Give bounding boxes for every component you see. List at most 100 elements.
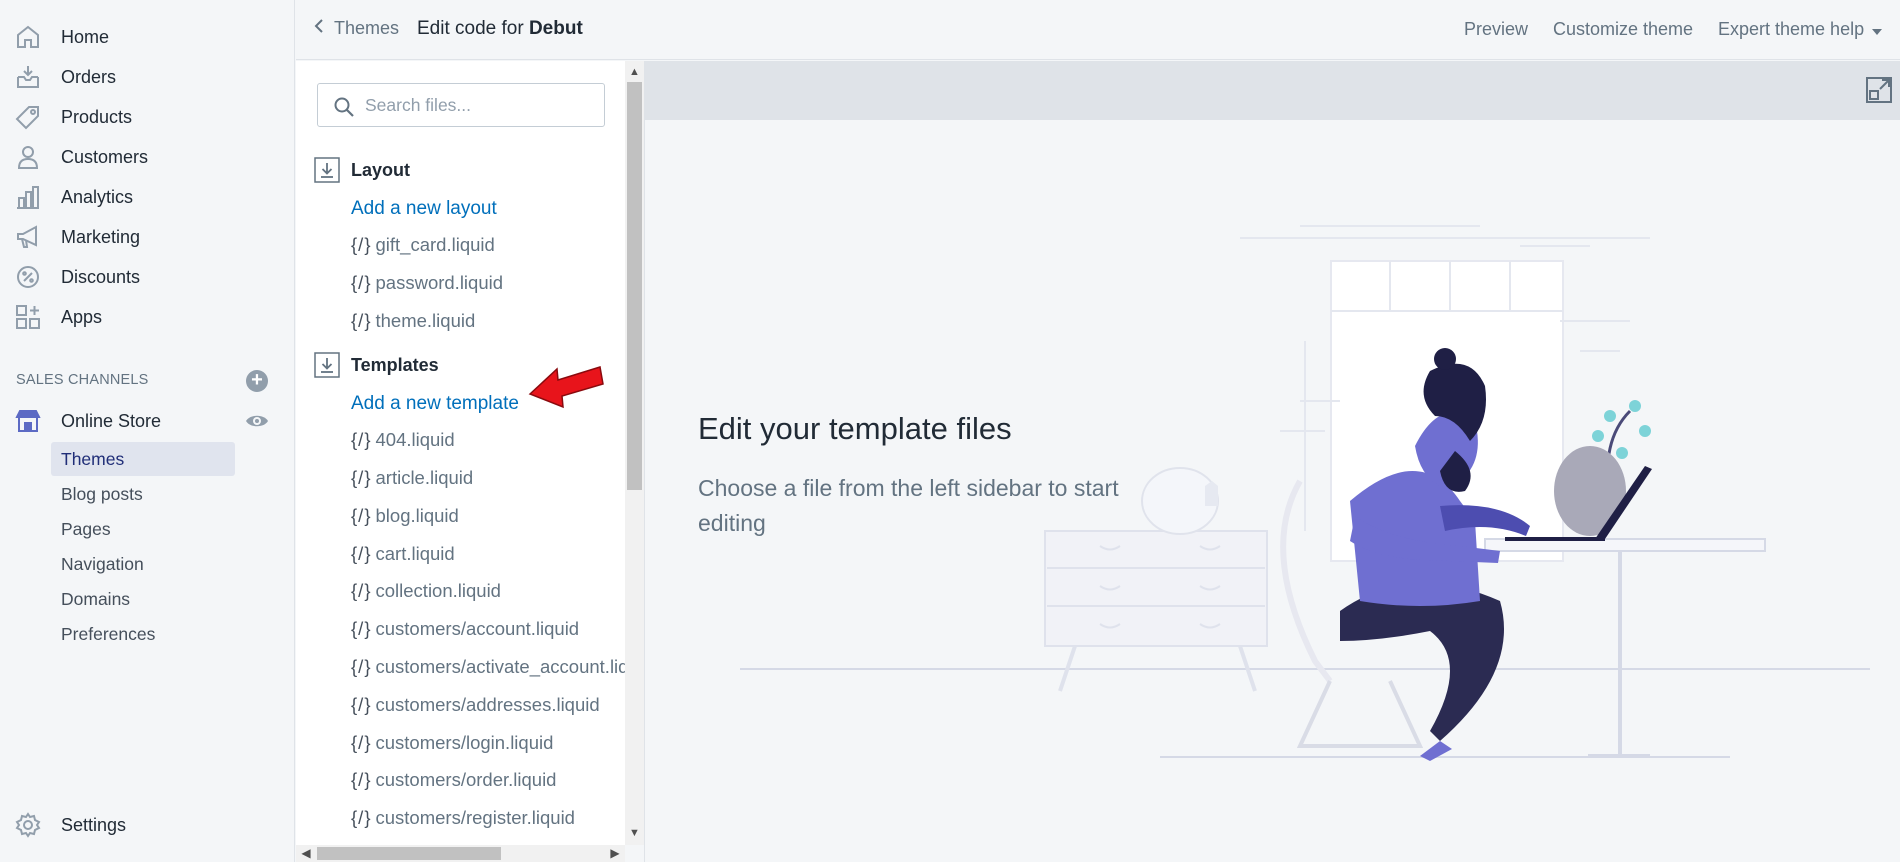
liquid-file-icon: {/} [351,618,372,639]
scroll-left-arrow-icon[interactable]: ◀ [299,846,313,860]
file-item[interactable]: {/} customers/order.liquid [351,769,556,791]
sub-item-domains[interactable]: Domains [51,582,235,616]
file-item[interactable]: {/} collection.liquid [351,580,501,602]
liquid-file-icon: {/} [351,234,372,255]
nav-label: Marketing [61,226,141,247]
nav-item-orders[interactable]: Orders [0,58,295,96]
nav-item-apps[interactable]: Apps [0,298,295,336]
file-name: customers/register.liquid [375,807,575,828]
folder-download-icon [314,352,340,378]
preview-link[interactable]: Preview [1464,19,1528,40]
megaphone-icon [14,223,42,251]
liquid-file-icon: {/} [351,732,372,753]
liquid-file-icon: {/} [351,272,372,293]
file-item[interactable]: {/}customers/activate_account.liquid [351,656,625,678]
scrollbar-thumb[interactable] [317,847,501,860]
file-item[interactable]: {/} theme.liquid [351,310,475,332]
file-item[interactable]: {/} customers/account.liquid [351,618,579,640]
file-item[interactable]: {/} customers/login.liquid [351,732,553,754]
orders-icon [14,63,42,91]
nav-label: Products [61,106,133,127]
add-new-template-link[interactable]: Add a new template [351,393,519,415]
admin-sidebar: Home Orders Products Customers Analytics… [0,0,295,862]
folder-name: Templates [351,354,439,375]
title-prefix: Edit code for [417,18,524,39]
file-item[interactable]: {/} password.liquid [351,272,503,294]
file-name: theme.liquid [375,310,476,331]
tag-icon [14,103,42,131]
expert-help-label: Expert theme help [1718,19,1865,39]
file-item[interactable]: {/} gift_card.liquid [351,234,495,256]
liquid-file-icon: {/} [351,656,372,677]
sub-item-pages[interactable]: Pages [51,512,235,546]
nav-label: Customers [61,146,149,167]
expert-theme-help-dropdown[interactable]: Expert theme help [1718,19,1883,40]
liquid-file-icon: {/} [351,769,372,790]
file-name: password.liquid [375,272,504,293]
liquid-file-icon: {/} [351,580,372,601]
liquid-file-icon: {/} [351,467,372,488]
file-name: customers/login.liquid [375,732,554,753]
file-name: collection.liquid [375,580,501,601]
file-list-vertical-scrollbar[interactable]: ▲ ▼ [625,61,644,845]
expand-icon[interactable] [1865,76,1893,104]
file-name: blog.liquid [375,505,459,526]
nav-item-analytics[interactable]: Analytics [0,178,295,216]
scroll-right-arrow-icon[interactable]: ▶ [608,846,622,860]
bar-chart-icon [14,183,42,211]
add-new-layout-link[interactable]: Add a new layout [351,198,497,220]
scroll-up-arrow-icon[interactable]: ▲ [628,66,641,79]
file-item[interactable]: {/} customers/addresses.liquid [351,694,600,716]
home-icon [14,23,42,51]
apps-icon [14,303,42,331]
top-bar: Themes Edit code for Debut Preview Custo… [296,0,1900,60]
nav-item-customers[interactable]: Customers [0,138,295,176]
folder-name: Layout [351,159,411,180]
scroll-down-arrow-icon[interactable]: ▼ [628,827,641,840]
nav-label: Settings [61,814,127,835]
file-name: gift_card.liquid [375,234,495,255]
nav-item-discounts[interactable]: Discounts [0,258,295,296]
liquid-file-icon: {/} [351,694,372,715]
nav-item-home[interactable]: Home [0,18,295,56]
file-item[interactable]: {/} 404.liquid [351,429,455,451]
folder-templates[interactable]: Templates [314,352,439,378]
sub-item-themes[interactable]: Themes [51,442,235,476]
editor-tab-bar [645,61,1900,120]
back-to-themes-link[interactable]: Themes [314,18,399,39]
nav-item-products[interactable]: Products [0,98,295,136]
nav-item-marketing[interactable]: Marketing [0,218,295,256]
file-item[interactable]: {/} article.liquid [351,467,473,489]
sales-channels-heading: SALES CHANNELS [16,372,149,388]
file-item[interactable]: {/} customers/register.liquid [351,807,575,829]
scrollbar-thumb[interactable] [627,82,642,490]
liquid-file-icon: {/} [351,543,372,564]
sub-item-navigation[interactable]: Navigation [51,547,235,581]
nav-label: Analytics [61,186,134,207]
theme-name: Debut [528,18,583,39]
eye-icon[interactable] [245,411,269,431]
nav-item-settings[interactable]: Settings [0,806,295,844]
file-list-horizontal-scrollbar[interactable]: ◀ ▶ [296,845,625,862]
liquid-file-icon: {/} [351,429,372,450]
discount-icon [14,263,42,291]
file-name: customers/account.liquid [375,618,580,639]
nav-label: Online Store [61,410,162,431]
search-files-input[interactable] [365,92,590,118]
add-sales-channel-button[interactable]: + [246,370,268,392]
sub-item-preferences[interactable]: Preferences [51,617,235,651]
empty-state-title: Edit your template files [698,411,1012,446]
nav-label: Discounts [61,266,141,287]
file-item[interactable]: {/} blog.liquid [351,505,459,527]
gear-icon [14,811,42,839]
folder-download-icon [314,157,340,183]
search-icon [334,97,354,117]
search-files-field[interactable] [317,83,605,127]
file-item[interactable]: {/} cart.liquid [351,543,455,565]
code-editor-area: Edit your template files Choose a file f… [644,61,1900,862]
file-name: customers/addresses.liquid [375,694,600,715]
sub-item-blog-posts[interactable]: Blog posts [51,477,235,511]
customize-theme-link[interactable]: Customize theme [1553,19,1693,40]
folder-layout[interactable]: Layout [314,157,410,183]
annotation-arrow [528,366,604,409]
